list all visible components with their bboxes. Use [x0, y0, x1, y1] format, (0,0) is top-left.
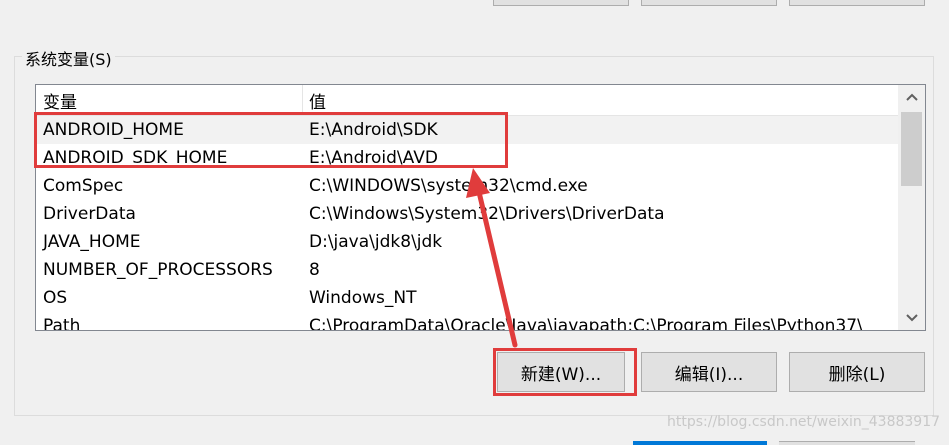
- ok-button-edge[interactable]: [633, 441, 767, 445]
- watermark-text: https://blog.csdn.net/weixin_43883917: [667, 414, 941, 430]
- annotation-arrow: [466, 168, 518, 348]
- cancel-button-edge[interactable]: [779, 441, 915, 445]
